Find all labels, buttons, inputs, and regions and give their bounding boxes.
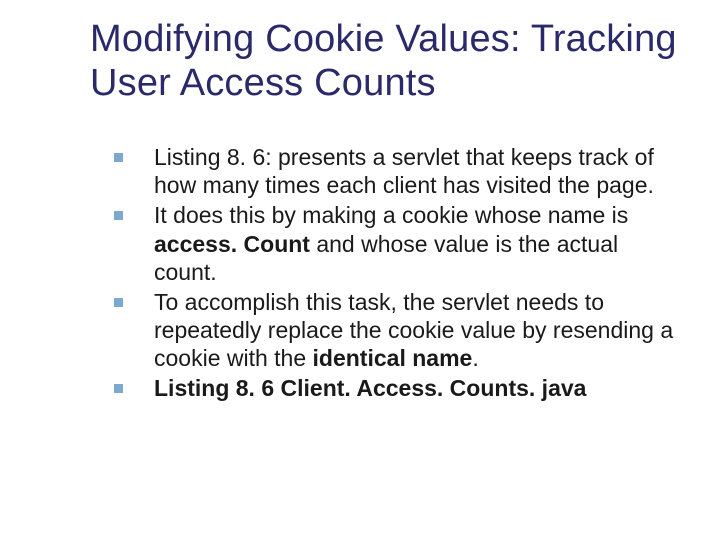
square-bullet-icon (114, 298, 123, 307)
bullet-text-pre: It does this by making a cookie whose na… (154, 202, 628, 228)
list-item: Listing 8. 6: presents a servlet that ke… (114, 143, 680, 199)
list-item: To accomplish this task, the servlet nee… (114, 288, 680, 372)
bullet-text-bold: identical name (313, 345, 473, 371)
bullet-text-pre: Listing 8. 6: presents a servlet that ke… (154, 144, 654, 198)
slide-title: Modifying Cookie Values: Tracking User A… (90, 18, 680, 105)
bullet-text-bold: access. Count (154, 231, 310, 257)
list-item: Listing 8. 6 Client. Access. Counts. jav… (114, 374, 680, 402)
bullet-list: Listing 8. 6: presents a servlet that ke… (114, 143, 680, 401)
square-bullet-icon (114, 384, 123, 393)
square-bullet-icon (114, 153, 123, 162)
slide: Modifying Cookie Values: Tracking User A… (0, 0, 720, 540)
square-bullet-icon (114, 211, 123, 220)
bullet-text-post: . (472, 345, 478, 371)
bullet-text-bold: Listing 8. 6 Client. Access. Counts. jav… (154, 375, 586, 401)
list-item: It does this by making a cookie whose na… (114, 201, 680, 285)
